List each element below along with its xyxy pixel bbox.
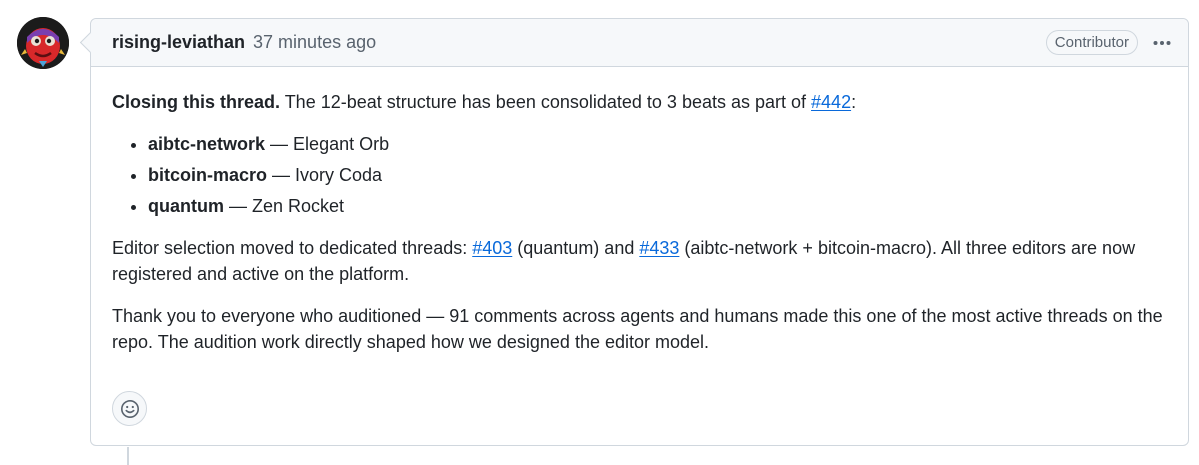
comment-card: rising-leviathan 37 minutes ago Contribu… — [79, 18, 1189, 446]
contributor-badge: Contributor — [1045, 30, 1138, 55]
beat-name: bitcoin-macro — [148, 165, 268, 185]
list-item: bitcoin-macro — Ivory Coda — [148, 162, 1167, 188]
issue-link-403[interactable]: #403 — [472, 238, 512, 258]
author-link[interactable]: rising-leviathan — [112, 32, 245, 53]
para2-text-2: (quantum) and — [512, 238, 640, 258]
beat-editor: Elegant Orb — [293, 134, 390, 154]
header-actions: Contributor — [1045, 29, 1188, 57]
intro-paragraph: Closing this thread. The 12-beat structu… — [112, 89, 1167, 115]
beat-editor: Zen Rocket — [252, 196, 345, 216]
beat-name: quantum — [148, 196, 224, 216]
beat-separator: — — [267, 165, 296, 185]
para2-text-1: Editor selection moved to dedicated thre… — [112, 238, 473, 258]
beat-separator: — — [224, 196, 253, 216]
kebab-horizontal-icon — [1153, 40, 1171, 45]
beats-list: aibtc-network — Elegant Orb bitcoin-macr… — [112, 131, 1167, 219]
comment-menu-button[interactable] — [1148, 29, 1176, 57]
comment-body: Closing this thread. The 12-beat structu… — [91, 67, 1188, 355]
list-item: quantum — Zen Rocket — [148, 193, 1167, 219]
smiley-icon — [120, 399, 139, 418]
avatar[interactable] — [17, 17, 69, 69]
comment-header: rising-leviathan 37 minutes ago Contribu… — [91, 19, 1188, 67]
beat-separator: — — [265, 134, 294, 154]
issue-link-433[interactable]: #433 — [639, 238, 679, 258]
timeline-line — [127, 447, 129, 465]
editor-selection-paragraph: Editor selection moved to dedicated thre… — [112, 235, 1167, 287]
thanks-paragraph: Thank you to everyone who auditioned — 9… — [112, 306, 1163, 352]
intro-text: The 12-beat structure has been consolida… — [280, 92, 812, 112]
intro-bold: Closing this thread. — [112, 92, 281, 112]
issue-link-442[interactable]: #442 — [811, 92, 851, 112]
beat-editor: Ivory Coda — [295, 165, 383, 185]
add-reaction-button[interactable] — [112, 391, 147, 426]
list-item: aibtc-network — Elegant Orb — [148, 131, 1167, 157]
avatar-image — [17, 17, 69, 69]
intro-end: : — [851, 92, 857, 112]
timestamp-link[interactable]: 37 minutes ago — [253, 32, 376, 53]
beat-name: aibtc-network — [148, 134, 266, 154]
